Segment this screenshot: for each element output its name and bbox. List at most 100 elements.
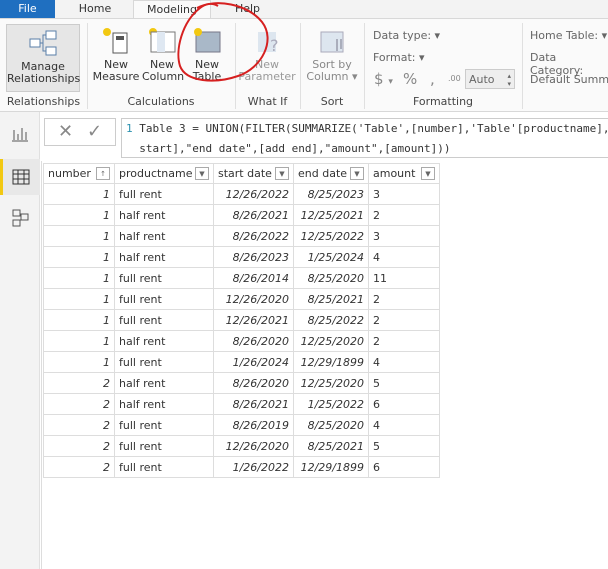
start-date-cell[interactable]: 8/26/2014 [213,267,294,289]
start-date-cell[interactable]: 8/26/2019 [213,414,294,436]
filter-dropdown-icon[interactable]: ▼ [350,167,364,180]
productname-cell[interactable]: full rent [114,456,214,478]
end-date-cell[interactable]: 8/25/2020 [293,267,369,289]
amount-cell[interactable]: 2 [368,288,440,310]
end-date-cell[interactable]: 8/25/2020 [293,414,369,436]
tab-modeling[interactable]: Modeling [133,0,211,19]
number-cell[interactable]: 1 [43,309,115,331]
filter-dropdown-icon[interactable]: ▼ [195,167,209,180]
end-date-cell[interactable]: 8/25/2021 [293,288,369,310]
default-summarization-dropdown[interactable]: Default Summa [530,73,608,86]
start-date-cell[interactable]: 12/26/2020 [213,288,294,310]
column-header-start-date[interactable]: start date ▼ [213,163,294,184]
amount-cell[interactable]: 3 [368,225,440,247]
number-cell[interactable]: 1 [43,225,115,247]
start-date-cell[interactable]: 8/26/2020 [213,330,294,352]
start-date-cell[interactable]: 1/26/2024 [213,351,294,373]
productname-cell[interactable]: half rent [114,372,214,394]
amount-cell[interactable]: 5 [368,435,440,457]
new-table-button[interactable]: New Table [186,27,228,83]
amount-cell[interactable]: 2 [368,330,440,352]
column-header-end-date[interactable]: end date ▼ [293,163,369,184]
percent-button[interactable]: % [403,70,417,88]
number-cell[interactable]: 1 [43,288,115,310]
end-date-cell[interactable]: 12/29/1899 [293,456,369,478]
currency-button[interactable]: $ ▾ [374,70,393,88]
end-date-cell[interactable]: 12/25/2021 [293,204,369,226]
start-date-cell[interactable]: 12/26/2022 [213,183,294,205]
start-date-cell[interactable]: 1/26/2022 [213,456,294,478]
end-date-cell[interactable]: 8/25/2022 [293,309,369,331]
data-view-button[interactable] [0,159,40,195]
number-cell[interactable]: 1 [43,330,115,352]
productname-cell[interactable]: full rent [114,288,214,310]
amount-cell[interactable]: 4 [368,351,440,373]
number-cell[interactable]: 1 [43,246,115,268]
sort-ascending-icon[interactable]: ↑ [96,167,110,180]
number-cell[interactable]: 1 [43,267,115,289]
sort-by-column-button[interactable]: Sort by Column ▾ [304,27,360,83]
end-date-cell[interactable]: 8/25/2021 [293,435,369,457]
tab-help[interactable]: Help [225,0,270,19]
data-type-dropdown[interactable]: Data type: ▾ [373,29,440,42]
tab-home[interactable]: Home [70,0,120,19]
productname-cell[interactable]: full rent [114,351,214,373]
start-date-cell[interactable]: 8/26/2022 [213,225,294,247]
amount-cell[interactable]: 6 [368,456,440,478]
start-date-cell[interactable]: 12/26/2020 [213,435,294,457]
end-date-cell[interactable]: 12/25/2020 [293,372,369,394]
productname-cell[interactable]: full rent [114,435,214,457]
end-date-cell[interactable]: 12/25/2020 [293,330,369,352]
end-date-cell[interactable]: 12/29/1899 [293,351,369,373]
dax-editor[interactable]: 1 Table 3 = UNION(FILTER(SUMMARIZE('Tabl… [121,118,608,158]
report-view-button[interactable] [0,116,40,152]
productname-cell[interactable]: full rent [114,309,214,331]
new-measure-button[interactable]: New Measure [92,27,140,83]
amount-cell[interactable]: 6 [368,393,440,415]
format-dropdown[interactable]: Format: ▾ [373,51,425,64]
amount-cell[interactable]: 2 [368,204,440,226]
amount-cell[interactable]: 4 [368,246,440,268]
number-cell[interactable]: 2 [43,435,115,457]
column-header-productname[interactable]: productname ▼ [114,163,214,184]
manage-relationships-button[interactable]: Manage Relationships [6,24,80,92]
productname-cell[interactable]: half rent [114,204,214,226]
productname-cell[interactable]: half rent [114,246,214,268]
model-view-button[interactable] [0,200,40,236]
end-date-cell[interactable]: 1/25/2024 [293,246,369,268]
column-header-number[interactable]: number ↑ [43,163,115,184]
start-date-cell[interactable]: 8/26/2021 [213,393,294,415]
amount-cell[interactable]: 3 [368,183,440,205]
productname-cell[interactable]: half rent [114,225,214,247]
column-header-amount[interactable]: amount ▼ [368,163,440,184]
number-cell[interactable]: 1 [43,204,115,226]
productname-cell[interactable]: half rent [114,330,214,352]
start-date-cell[interactable]: 8/26/2023 [213,246,294,268]
amount-cell[interactable]: 2 [368,309,440,331]
commit-formula-icon[interactable]: ✓ [87,121,102,142]
end-date-cell[interactable]: 8/25/2023 [293,183,369,205]
end-date-cell[interactable]: 1/25/2022 [293,393,369,415]
comma-button[interactable]: , [430,70,435,88]
number-cell[interactable]: 2 [43,372,115,394]
productname-cell[interactable]: half rent [114,393,214,415]
number-cell[interactable]: 2 [43,414,115,436]
filter-dropdown-icon[interactable]: ▼ [275,167,289,180]
start-date-cell[interactable]: 12/26/2021 [213,309,294,331]
amount-cell[interactable]: 11 [368,267,440,289]
tab-file[interactable]: File [0,0,55,19]
filter-dropdown-icon[interactable]: ▼ [421,167,435,180]
new-column-button[interactable]: New Column [142,27,184,83]
cancel-formula-icon[interactable]: ✕ [58,121,73,142]
start-date-cell[interactable]: 8/26/2021 [213,204,294,226]
amount-cell[interactable]: 4 [368,414,440,436]
home-table-dropdown[interactable]: Home Table: ▾ [530,29,607,42]
productname-cell[interactable]: full rent [114,267,214,289]
productname-cell[interactable]: full rent [114,414,214,436]
productname-cell[interactable]: full rent [114,183,214,205]
number-cell[interactable]: 1 [43,183,115,205]
amount-cell[interactable]: 5 [368,372,440,394]
number-cell[interactable]: 2 [43,393,115,415]
decimal-places-stepper[interactable]: Auto ▴ ▾ [465,69,515,89]
decimal-button[interactable]: .00 [448,74,461,83]
